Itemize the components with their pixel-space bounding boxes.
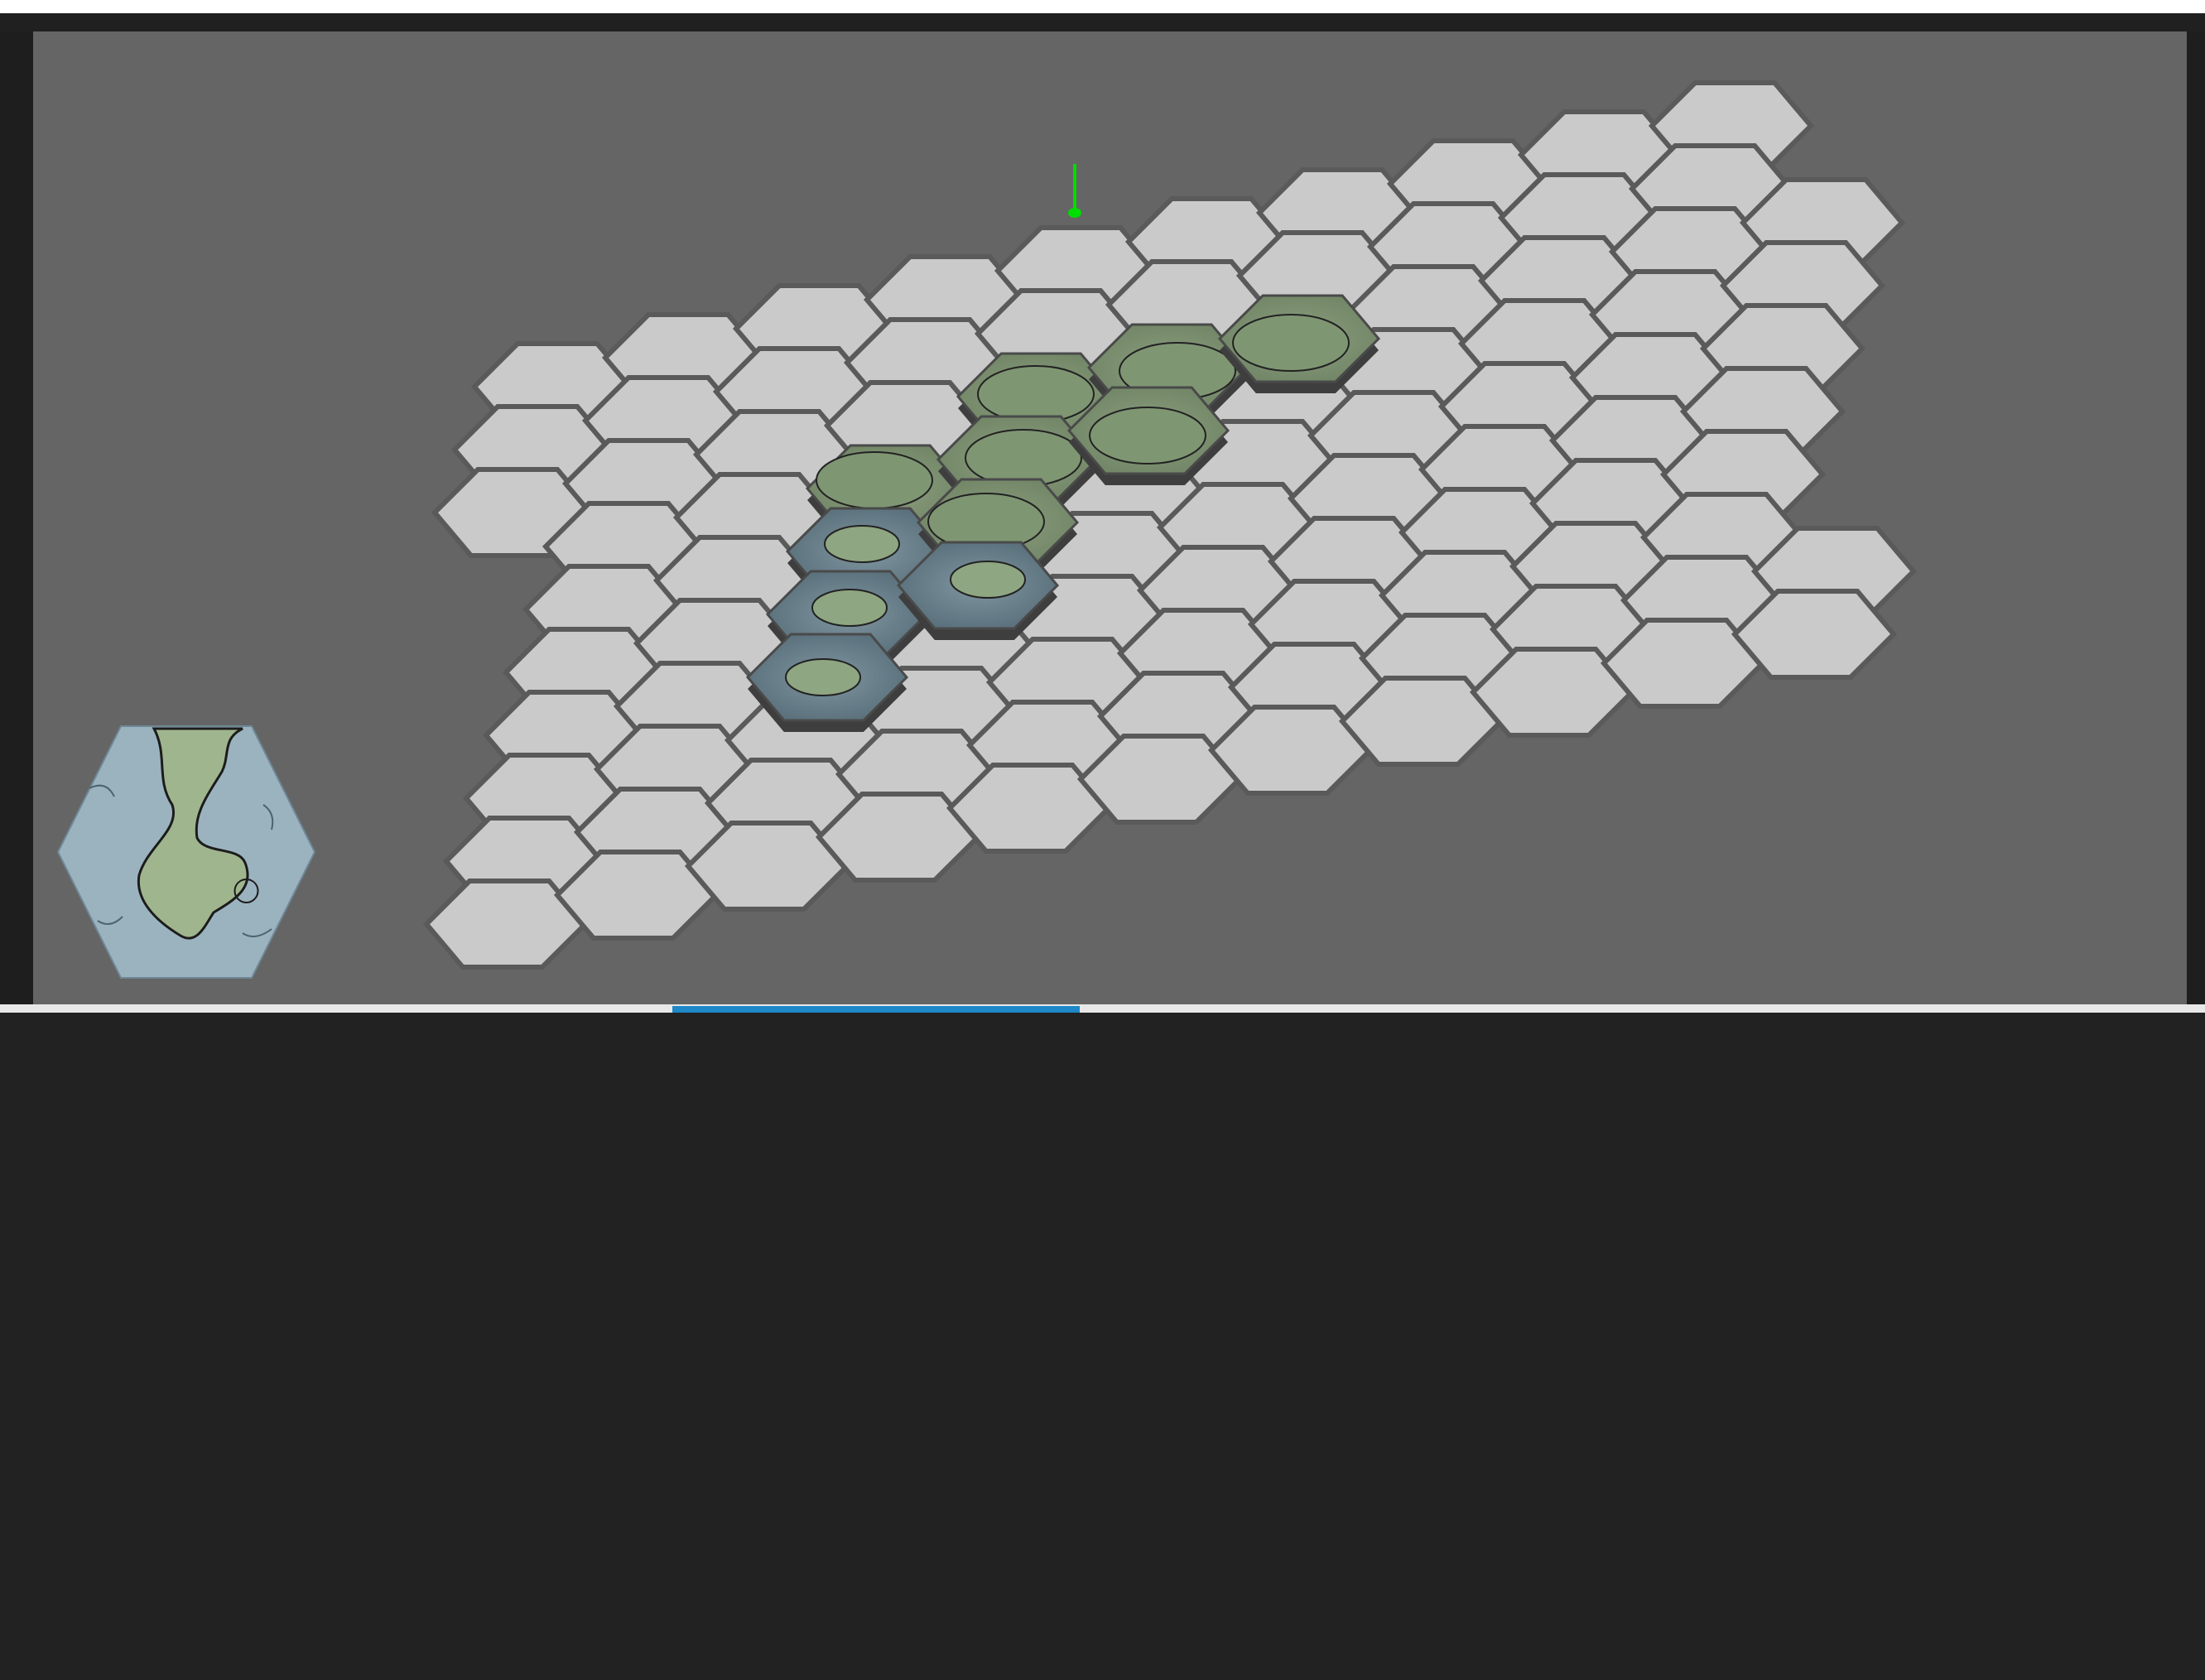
scrollbar-thumb[interactable] — [672, 1006, 1080, 1013]
terrain-landmass — [950, 561, 1026, 599]
bottom-scrollbar[interactable] — [0, 1004, 2205, 1013]
right-gutter — [2187, 31, 2205, 1013]
terrain-landmass — [1232, 314, 1350, 372]
preview-tile-icon — [56, 725, 316, 979]
left-gutter — [0, 31, 33, 1013]
selected-tile-preview[interactable]: A05 — [56, 722, 316, 1679]
top-bar — [0, 0, 2205, 13]
terrain-landmass — [816, 451, 933, 509]
title-strip — [0, 13, 2205, 31]
terrain-landmass — [977, 365, 1095, 423]
hex-board[interactable] — [33, 31, 2187, 1004]
terrain-landmass — [785, 658, 861, 696]
preview-tile-label: A05 — [275, 1667, 294, 1679]
terrain-landmass — [965, 429, 1082, 487]
terrain-landmass — [1089, 407, 1206, 465]
terrain-landmass — [824, 525, 900, 563]
terrain-landmass — [811, 589, 888, 627]
game-viewport[interactable] — [33, 31, 2187, 1004]
placement-pin-icon — [1068, 164, 1081, 218]
